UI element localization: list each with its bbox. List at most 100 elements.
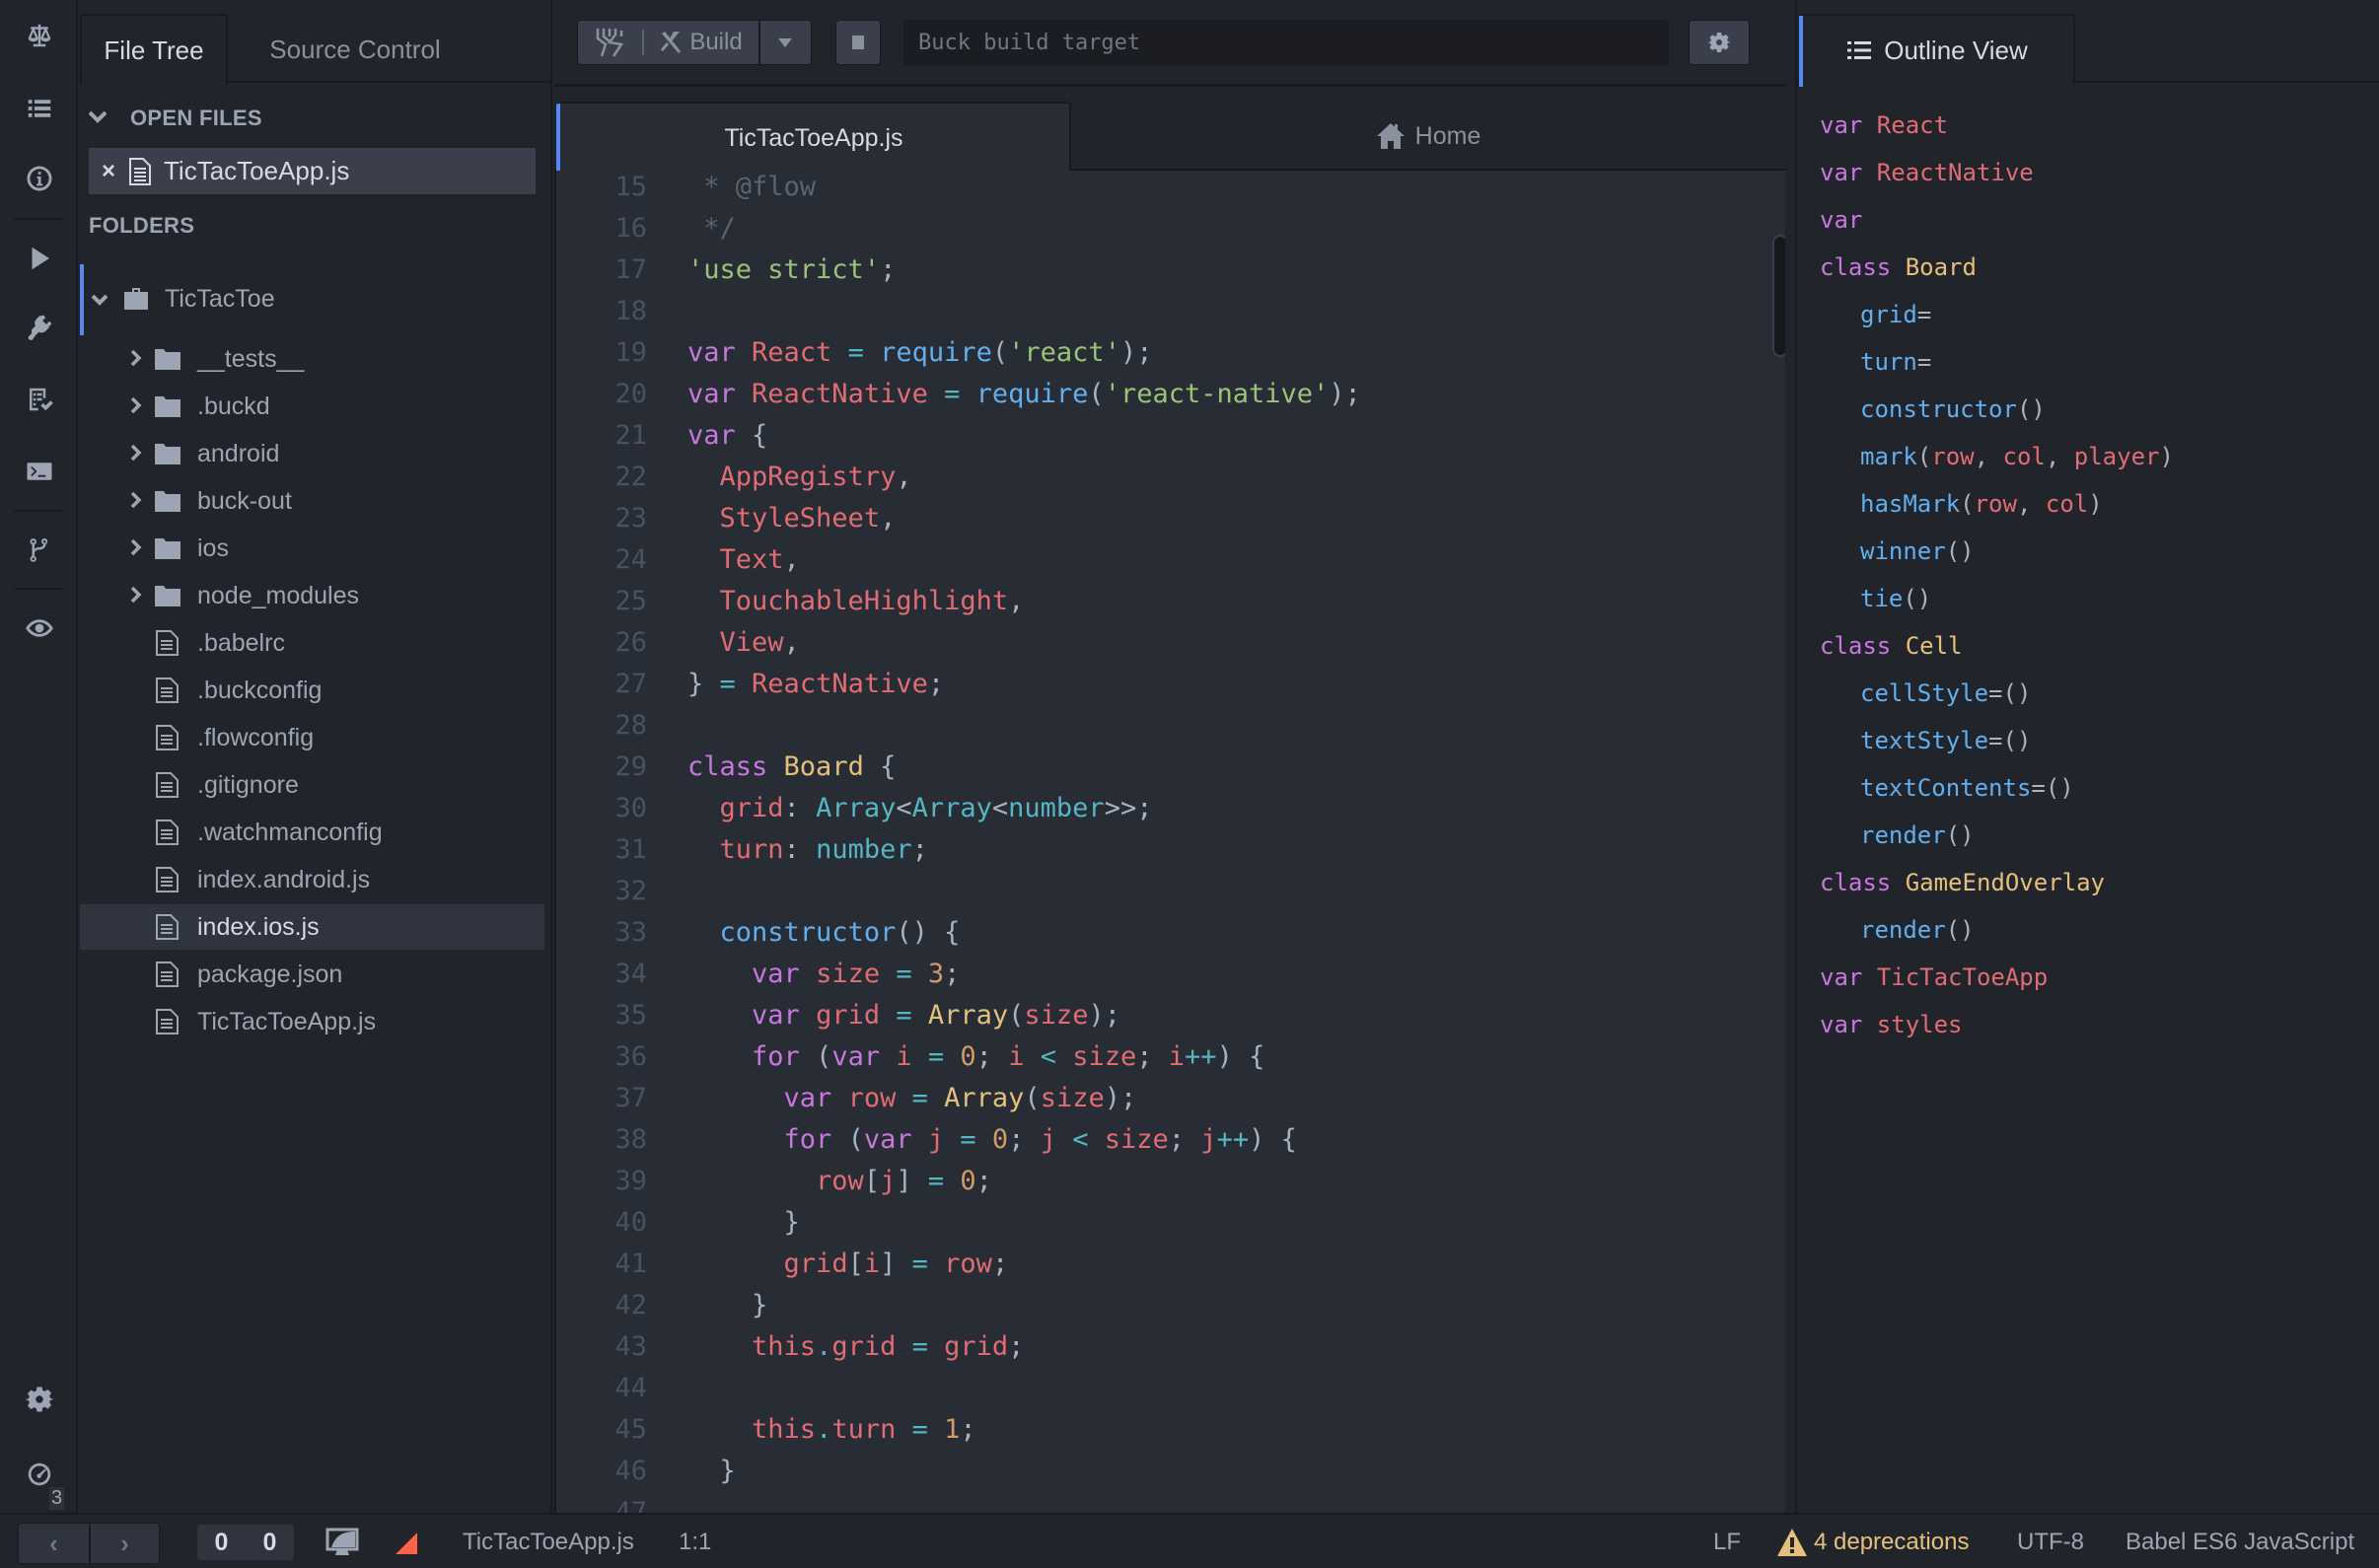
chevron-right-icon[interactable] [126,583,146,608]
eye-icon[interactable] [0,608,78,648]
chevron-right-icon[interactable] [126,441,146,466]
settings-button[interactable] [1689,20,1750,65]
tree-folder[interactable]: ios [80,526,544,571]
code-token: ( [1024,1083,1041,1113]
line-ending[interactable]: LF [1713,1515,1741,1568]
outline-item[interactable]: constructor() [1860,390,2046,429]
tree-folder[interactable]: __tests__ [80,336,544,382]
outline-item[interactable]: textStyle=() [1860,721,2031,760]
buck-icon[interactable] [578,21,642,64]
encoding[interactable]: UTF-8 [2017,1515,2084,1568]
open-file-name: TicTacToeApp.js [164,156,350,185]
outline-item[interactable]: grid= [1860,295,1931,334]
outline-item[interactable]: class Cell [1820,626,1963,666]
tab-tictactoeapp-js[interactable]: TicTacToeApp.js [556,102,1071,175]
outline-item[interactable]: tie() [1860,579,1931,618]
code-editor[interactable]: 15 * @flow 16 */17'use strict'; 18 19 var Re… [554,171,1785,1513]
current-file[interactable]: TicTacToeApp.js [463,1515,634,1568]
code-token: ] [880,1248,897,1279]
tree-file[interactable]: .flowconfig [80,715,544,760]
tree-file[interactable]: .gitignore [80,762,544,808]
tree-file[interactable]: .watchmanconfig [80,810,544,855]
code-text: turn: number; [687,829,928,871]
tree-root-tictactoe[interactable]: TicTacToe [80,276,544,321]
tree-folder[interactable]: android [80,431,544,476]
tree-file[interactable]: TicTacToeApp.js [80,999,544,1044]
chevron-right-icon[interactable] [126,346,146,372]
gear-icon[interactable] [0,1380,78,1419]
outline-item[interactable]: class GameEndOverlay [1820,863,2105,902]
plug-icon[interactable] [0,308,78,347]
chevron-right-icon[interactable] [126,393,146,419]
chevron-right-icon[interactable] [126,535,146,561]
tab-source-control[interactable]: Source Control [228,14,482,85]
outline-item[interactable]: var ReactNative [1820,153,2034,192]
close-icon[interactable]: × [89,158,128,185]
stop-button[interactable] [835,20,881,65]
build-dropdown-button[interactable] [758,21,810,64]
folder-icon [155,444,180,464]
outline-token: var [1820,1011,1877,1038]
flow-coverage-icon[interactable] [393,1515,418,1568]
outline-item[interactable]: mark(row, col, player) [1860,437,2174,476]
grammar[interactable]: Babel ES6 JavaScript [2126,1515,2354,1568]
editor-scrollbar[interactable] [1772,235,1785,357]
outline-item[interactable]: class Board [1820,248,1977,287]
tree-file[interactable]: .buckconfig [80,668,544,713]
tree-folder[interactable]: node_modules [80,573,544,618]
outline-item[interactable]: turn= [1860,342,1931,382]
info-icon[interactable] [0,159,78,198]
tree-file[interactable]: index.android.js [80,857,544,902]
nav-back-button[interactable]: ‹ [19,1524,89,1563]
list-icon[interactable] [0,89,78,128]
deprecations-indicator[interactable]: 4 deprecations [1776,1515,1969,1568]
line-number: 32 [614,876,647,906]
separator [14,510,63,512]
outline-item[interactable]: cellStyle=() [1860,674,2031,713]
outline-item[interactable]: render() [1860,816,1975,855]
tab-outline-view[interactable]: Outline View [1799,14,2075,87]
nav-forward-button[interactable]: › [88,1524,159,1563]
code-token: size [1104,1124,1169,1155]
tree-file[interactable]: index.ios.js [80,904,544,950]
tab-home[interactable]: Home [1071,102,1785,171]
device-icon[interactable] [325,1515,359,1568]
chevron-down-icon[interactable] [90,286,109,312]
tab-file-tree[interactable]: File Tree [80,14,228,85]
build-target-input[interactable]: Buck build target [903,20,1669,65]
tree-folder[interactable]: buck-out [80,478,544,524]
tree-file[interactable]: .babelrc [80,620,544,666]
scales-icon[interactable] [0,16,78,55]
terminal-icon[interactable] [0,452,78,491]
code-token: var [752,1000,817,1031]
diagnostics-counts[interactable]: 0 0 [197,1525,294,1560]
outline-token: ) [2088,490,2103,518]
outline-item[interactable]: var TicTacToeApp [1820,958,2048,997]
open-file-item[interactable]: × TicTacToeApp.js [89,148,536,194]
git-branch-icon[interactable] [0,531,78,570]
code-token: , [783,544,800,575]
play-icon[interactable] [0,239,78,278]
outline-item[interactable]: winner() [1860,532,1975,571]
chevron-down-icon[interactable] [88,107,108,126]
gauge-icon[interactable] [0,1455,78,1494]
cursor-position[interactable]: 1:1 [679,1515,711,1568]
outline-item[interactable]: var [1820,200,1862,240]
code-text: */ [687,208,736,249]
line-number: 40 [614,1207,647,1238]
code-token: = [944,1124,992,1155]
outline-item[interactable]: render() [1860,910,1975,950]
outline-item[interactable]: hasMark(row, col) [1860,484,2103,524]
tree-file[interactable]: package.json [80,952,544,997]
checklist-icon[interactable] [0,380,78,419]
outline-item[interactable]: var styles [1820,1005,1963,1044]
chevron-right-icon[interactable] [126,488,146,514]
tree-folder[interactable]: .buckd [80,384,544,429]
open-files-header[interactable]: OPEN FILES [130,106,262,131]
outline-item[interactable]: textContents=() [1860,768,2074,808]
build-button[interactable]: Build [644,21,758,64]
outline-item[interactable]: var React [1820,106,1948,145]
line-number: 24 [614,544,647,575]
